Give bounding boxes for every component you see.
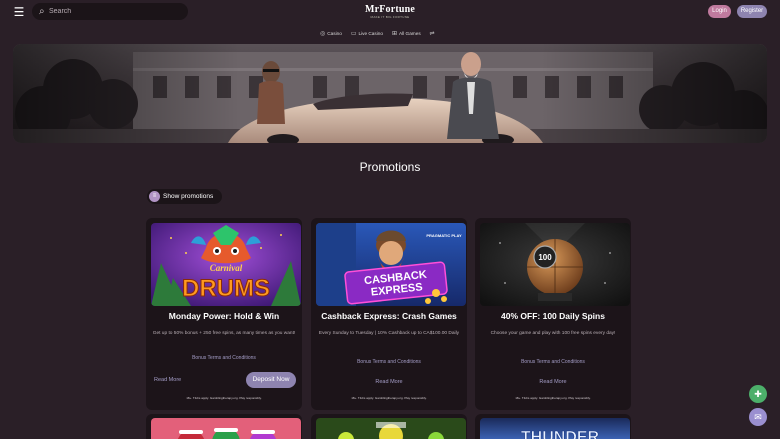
tab-all-games[interactable]: ⊞ All Games — [392, 29, 421, 39]
tab-live-casino[interactable]: ▭ Live Casino — [351, 29, 383, 39]
sliders-icon: ⇌ — [429, 31, 435, 37]
search-input[interactable] — [49, 4, 183, 19]
tab-casino-label: Casino — [327, 31, 342, 36]
show-promotions-label: Show promotions — [163, 193, 214, 200]
deposit-now-button[interactable]: Deposit Now — [246, 372, 296, 388]
pragmatic-play-brand: PRAGMATIC PLAY — [426, 233, 462, 238]
promo-disclaimer: 18+. T&Cs apply. Gamblingtherapy.org. Pl… — [186, 396, 262, 400]
grid-icon: ⊞ — [392, 31, 398, 37]
read-more-link[interactable]: Read More — [154, 376, 181, 384]
bonus-terms-link[interactable]: Bonus Terms and Conditions — [146, 355, 302, 362]
promo-description: Choose your game and play with 100 free … — [490, 331, 616, 336]
promo-card-row2-3: THUNDER — [475, 414, 631, 439]
tab-casino[interactable]: ◎ Casino — [320, 29, 342, 39]
promo-image-carnival-drums[interactable]: Carnival DRUMS — [151, 223, 301, 306]
register-button[interactable]: Register — [737, 5, 767, 18]
promo-card-monday-power: Carnival DRUMS Monday Power: Hold & Win … — [146, 218, 302, 410]
brand-logo[interactable]: MrFortune MAKE IT BIG FORTUNE — [360, 4, 420, 22]
svg-text:100: 100 — [538, 253, 552, 262]
promo-image-cashback-express[interactable]: CASHBACK EXPRESS PRAGMATIC PLAY — [316, 223, 466, 306]
svg-text:DRUMS: DRUMS — [182, 275, 270, 302]
page-title: Promotions — [359, 160, 421, 174]
tab-live-casino-label: Live Casino — [358, 31, 384, 36]
bonus-terms-link[interactable]: Bonus Terms and Conditions — [311, 359, 467, 366]
promo-title: Monday Power: Hold & Win — [168, 311, 280, 321]
thunder-text: THUNDER — [521, 429, 600, 439]
top-bar: ☰ ⌕ MrFortune MAKE IT BIG FORTUNE Login … — [0, 0, 780, 24]
logo-tagline: MAKE IT BIG FORTUNE — [370, 15, 410, 19]
bonus-terms-link[interactable]: Bonus Terms and Conditions — [475, 359, 631, 366]
promo-title: 40% OFF: 100 Daily Spins — [501, 311, 605, 321]
filter-icon: ≡ — [149, 191, 160, 202]
tab-all-games-label: All Games — [399, 31, 421, 36]
read-more-link[interactable]: Read More — [311, 378, 467, 386]
gift-icon[interactable]: ✚ — [749, 385, 767, 403]
promo-card-cashback-express: CASHBACK EXPRESS PRAGMATIC PLAY Cashback… — [311, 218, 467, 410]
promo-image-christmas[interactable] — [151, 418, 301, 439]
read-more-link[interactable]: Read More — [475, 378, 631, 386]
search-icon: ⌕ — [39, 6, 45, 17]
hero-banner-image — [13, 44, 767, 143]
promo-image-100-spins[interactable]: 100 — [480, 223, 630, 306]
hamburger-menu-icon[interactable]: ☰ — [12, 5, 26, 19]
logo-name: MrFortune — [364, 4, 416, 15]
promo-image-thunder[interactable]: THUNDER — [480, 418, 630, 439]
login-button[interactable]: Login — [708, 5, 731, 18]
promo-title: Cashback Express: Crash Games — [321, 311, 457, 321]
promo-card-row2-2 — [311, 414, 467, 439]
promo-description: Every Sunday to Tuesday | 10% Cashback u… — [318, 331, 460, 336]
chat-icon[interactable]: ✉ — [749, 408, 767, 426]
tv-icon: ▭ — [350, 31, 357, 37]
filter-toggle[interactable]: ⇌ — [430, 29, 435, 39]
svg-text:Carnival: Carnival — [210, 263, 243, 273]
promo-description: Get up to 50% bonus + 250 free spins, as… — [152, 331, 296, 336]
promo-card-daily-spins: 100 40% OFF: 100 Daily Spins Choose your… — [475, 218, 631, 410]
promo-disclaimer: 18+. T&Cs apply. Gamblingtherapy.org. Pl… — [515, 396, 591, 400]
promo-card-row2-1 — [146, 414, 302, 439]
category-nav: ◎ Casino ▭ Live Casino ⊞ All Games ⇌ — [320, 29, 435, 39]
roulette-icon: ◎ — [320, 31, 326, 37]
search-box[interactable]: ⌕ — [32, 3, 188, 20]
show-promotions-toggle[interactable]: ≡ Show promotions — [147, 189, 222, 204]
promo-disclaimer: 18+. T&Cs apply. Gamblingtherapy.org. Pl… — [351, 396, 427, 400]
hero-banner[interactable] — [13, 44, 767, 143]
promo-image-fruit-slot[interactable] — [316, 418, 466, 439]
